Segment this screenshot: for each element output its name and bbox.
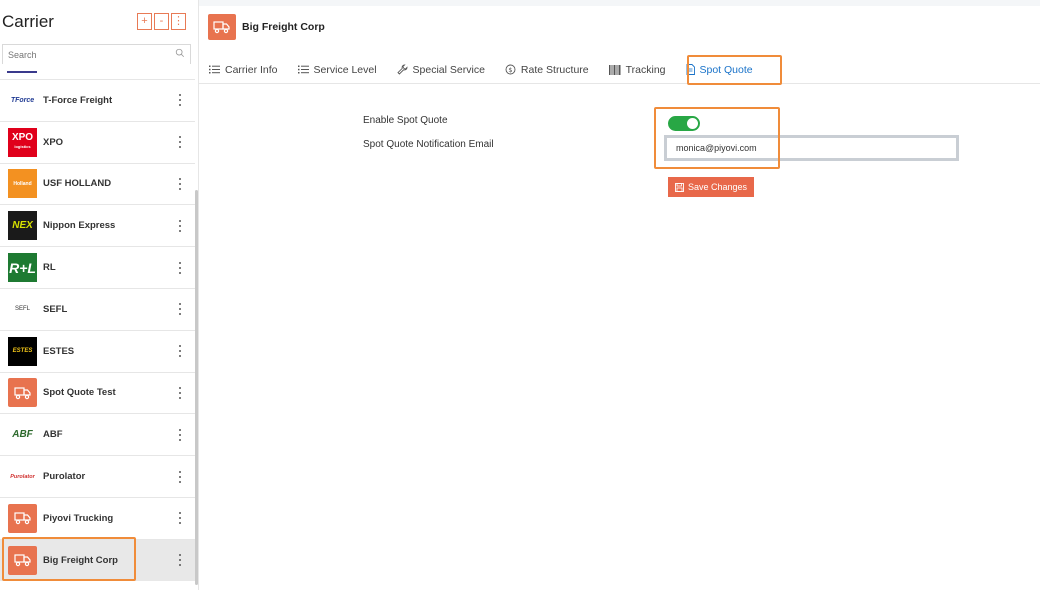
- sidebar-scrollbar[interactable]: [195, 190, 198, 585]
- carrier-header: Big Freight Corp: [208, 14, 325, 40]
- estes-logo: ESTES: [8, 336, 37, 366]
- tab-service-level[interactable]: Service Level: [288, 56, 387, 83]
- abf-logo: ABF: [12, 429, 33, 441]
- xpo-logo: XPO logistics: [8, 127, 37, 157]
- notification-email-input[interactable]: [667, 138, 956, 158]
- sidebar-item-label: ABF: [43, 429, 63, 441]
- tab-label: Service Level: [313, 63, 377, 76]
- kebab-menu-icon[interactable]: [177, 470, 183, 483]
- sidebar-item-sefl[interactable]: SEFL SEFL: [0, 287, 195, 330]
- enable-spot-quote-toggle[interactable]: [668, 116, 700, 131]
- tab-rate-structure[interactable]: $ Rate Structure: [495, 56, 599, 83]
- truck-icon: [8, 378, 37, 408]
- sefl-logo: SEFL: [14, 306, 30, 313]
- tab-label: Rate Structure: [520, 63, 589, 76]
- sidebar-item-label: USF HOLLAND: [43, 178, 112, 190]
- sidebar-item-usf-holland[interactable]: Holland USF HOLLAND: [0, 162, 195, 205]
- kebab-menu-icon[interactable]: [177, 386, 183, 399]
- kebab-menu-icon[interactable]: [177, 261, 183, 274]
- sidebar-item-abf[interactable]: ABF ABF: [0, 413, 195, 455]
- truck-icon: [8, 503, 37, 533]
- sidebar-item-nippon-express[interactable]: NEX Nippon Express: [0, 204, 195, 246]
- sidebar-item-label: ESTES: [43, 345, 75, 357]
- collapse-button[interactable]: -: [154, 13, 169, 30]
- sidebar-item-tforce[interactable]: TForce T-Force Freight: [0, 79, 195, 121]
- carrier-sidebar: Carrier + - ⋮ TForce T-Force Freight XPO…: [0, 0, 199, 590]
- tforce-logo: TForce: [10, 96, 35, 104]
- barcode-icon: [608, 64, 621, 75]
- sidebar-item-estes[interactable]: ESTES ESTES: [0, 329, 195, 372]
- tab-spot-quote[interactable]: Spot Quote: [676, 56, 763, 83]
- sidebar-item-label: RL: [43, 262, 56, 274]
- sidebar-title: Carrier: [2, 12, 54, 31]
- list-scroll-indicator: [7, 71, 37, 73]
- kebab-menu-icon[interactable]: [177, 428, 183, 441]
- tab-label: Special Service: [412, 63, 485, 76]
- tab-tracking[interactable]: Tracking: [599, 56, 676, 83]
- tab-label: Spot Quote: [699, 63, 753, 76]
- save-changes-label: Save Changes: [688, 182, 748, 192]
- tab-special-service[interactable]: Special Service: [387, 56, 495, 83]
- sidebar-item-label: Purolator: [43, 471, 86, 483]
- dollar-circle-icon: $: [505, 64, 516, 75]
- enable-spot-quote-label: Enable Spot Quote: [363, 115, 448, 126]
- sidebar-item-label: T-Force Freight: [43, 94, 113, 106]
- sidebar-item-label: Piyovi Trucking: [43, 512, 114, 524]
- carrier-list: TForce T-Force Freight XPO logistics XPO …: [0, 79, 195, 581]
- kebab-menu-icon[interactable]: [177, 303, 183, 316]
- usf-holland-logo: Holland: [8, 169, 37, 199]
- notification-email-label: Spot Quote Notification Email: [363, 139, 494, 150]
- truck-icon: [8, 545, 37, 575]
- sidebar-item-purolator[interactable]: Purolator Purolator: [0, 455, 195, 497]
- search-input[interactable]: [3, 46, 190, 64]
- sidebar-item-xpo[interactable]: XPO logistics XPO: [0, 120, 195, 163]
- save-icon: [675, 182, 684, 192]
- truck-icon: [208, 14, 236, 40]
- kebab-menu-icon[interactable]: [177, 345, 183, 358]
- top-bar: [199, 0, 1040, 6]
- list-icon: [297, 65, 309, 74]
- add-carrier-button[interactable]: +: [137, 13, 152, 30]
- sidebar-item-label: Big Freight Corp: [43, 554, 118, 566]
- notification-email-box: [664, 135, 959, 161]
- sidebar-item-piyovi-trucking[interactable]: Piyovi Trucking: [0, 496, 195, 539]
- kebab-menu-icon[interactable]: [177, 512, 183, 525]
- kebab-menu-icon[interactable]: [177, 94, 183, 107]
- save-changes-button[interactable]: Save Changes: [668, 177, 755, 197]
- nippon-express-logo: NEX: [8, 211, 37, 241]
- rl-logo: R+L: [8, 253, 37, 283]
- search-box: [2, 44, 191, 64]
- carrier-tabs: Carrier Info Service Level Special Servi…: [199, 56, 1040, 84]
- kebab-menu-icon[interactable]: [177, 177, 183, 190]
- tab-label: Carrier Info: [225, 63, 278, 76]
- search-icon: [175, 48, 185, 58]
- document-icon: [686, 64, 695, 75]
- sidebar-item-label: Spot Quote Test: [43, 387, 116, 399]
- sidebar-item-label: XPO: [43, 136, 64, 148]
- tab-label: Tracking: [625, 63, 666, 76]
- tab-carrier-info[interactable]: Carrier Info: [199, 56, 288, 83]
- sidebar-item-label: Nippon Express: [43, 220, 116, 232]
- kebab-menu-icon[interactable]: [177, 219, 183, 232]
- sidebar-item-spot-quote-test[interactable]: Spot Quote Test: [0, 371, 195, 414]
- sidebar-item-label: SEFL: [43, 303, 68, 315]
- list-icon: [209, 65, 220, 74]
- sidebar-more-button[interactable]: ⋮: [171, 13, 186, 30]
- purolator-logo: Purolator: [10, 473, 35, 480]
- kebab-menu-icon[interactable]: [177, 554, 183, 567]
- wrench-icon: [396, 64, 408, 75]
- page-title: Big Freight Corp: [242, 21, 325, 33]
- sidebar-item-rl[interactable]: R+L RL: [0, 246, 195, 288]
- sidebar-actions: + - ⋮: [137, 13, 186, 30]
- kebab-menu-icon[interactable]: [177, 136, 183, 149]
- svg-text:$: $: [508, 66, 512, 74]
- sidebar-item-big-freight-corp[interactable]: Big Freight Corp: [0, 538, 195, 581]
